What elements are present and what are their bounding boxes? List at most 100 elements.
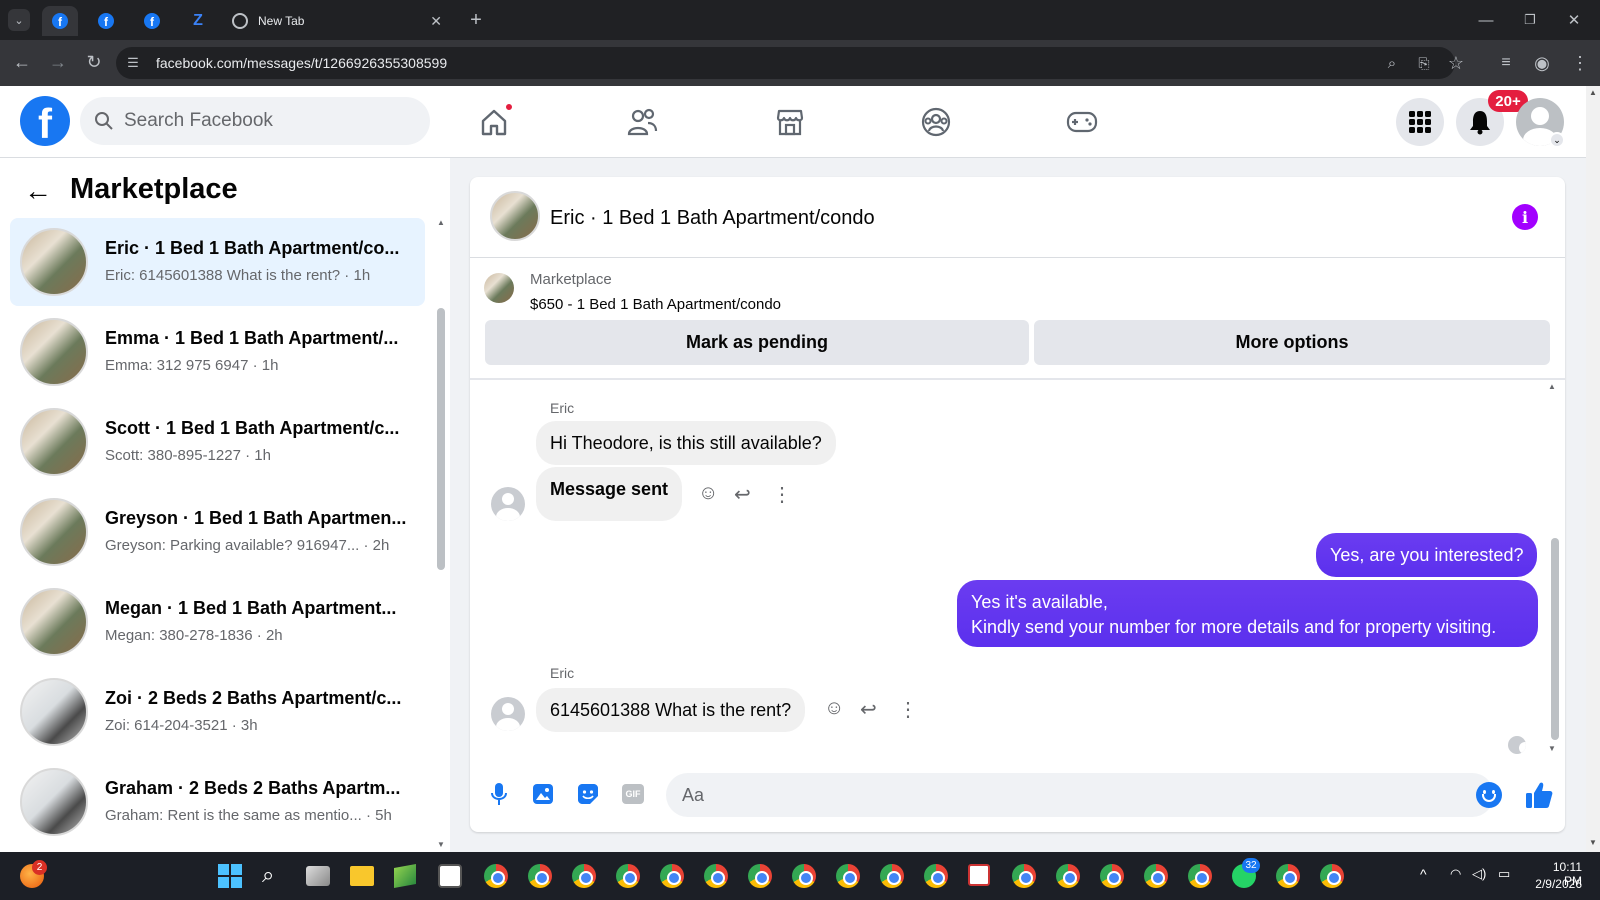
conversation-item[interactable]: Eric · 1 Bed 1 Bath Apartment/co... Eric… [10,218,425,306]
chat-header-title[interactable]: Eric · 1 Bed 1 Bath Apartment/condo [550,207,875,230]
site-info-icon[interactable]: ☰ [124,54,142,72]
chrome-taskbar-icon[interactable] [1188,864,1212,888]
gaming-nav-button[interactable] [1062,104,1102,140]
tab-facebook-3[interactable]: f [134,6,170,36]
task-view-icon[interactable] [306,866,330,886]
friends-nav-button[interactable] [622,104,662,140]
like-button[interactable] [1524,780,1554,810]
gif-button[interactable]: GIF [620,781,646,807]
chrome-taskbar-icon[interactable] [924,864,948,888]
page-scrollbar[interactable]: ▲ ▼ [1586,86,1600,852]
bookmark-star-icon[interactable]: ☆ [1444,51,1468,75]
react-emoji-icon[interactable]: ☺ [698,482,718,505]
chat-scrollbar-thumb[interactable] [1551,538,1559,740]
chrome-taskbar-icon[interactable] [1320,864,1344,888]
voice-clip-button[interactable] [486,781,512,807]
chrome-taskbar-icon[interactable] [1100,864,1124,888]
media-control-icon[interactable]: ≡ [1494,51,1518,75]
chrome-taskbar-icon[interactable] [704,864,728,888]
incoming-message-bubble[interactable]: Message sent [536,467,683,521]
store-icon[interactable] [438,864,462,888]
chrome-taskbar-icon[interactable] [616,864,640,888]
volume-icon[interactable]: ◁) [1472,866,1486,882]
chat-listing-avatar[interactable] [490,191,540,241]
menu-button[interactable] [1396,98,1444,146]
conversation-item[interactable]: Greyson · 1 Bed 1 Bath Apartmen... Greys… [10,488,425,576]
listing-title[interactable]: $650 - 1 Bed 1 Bath Apartment/condo [530,296,781,313]
tab-new-tab[interactable]: New Tab ✕ [226,6,452,36]
more-actions-icon[interactable]: ⋮ [772,482,792,507]
chrome-taskbar-icon[interactable] [572,864,596,888]
outgoing-message-bubble[interactable]: Yes, are you interested? [1316,533,1538,577]
tab-search-button[interactable]: ⌄ [8,9,30,31]
conversation-item[interactable]: Scott · 1 Bed 1 Bath Apartment/c... Scot… [10,398,425,486]
zoom-icon[interactable]: ⌕ [1380,51,1404,75]
facebook-logo-icon[interactable]: f [20,96,70,146]
home-nav-button[interactable] [474,102,514,140]
scroll-up-arrow-icon[interactable]: ▲ [1589,88,1597,97]
chrome-taskbar-icon[interactable] [880,864,904,888]
chrome-taskbar-icon[interactable] [528,864,552,888]
attach-photo-button[interactable] [530,781,556,807]
reply-icon[interactable]: ↩ [860,697,877,722]
wifi-icon[interactable]: ◠ [1450,866,1461,882]
sticker-button[interactable] [575,781,601,807]
battery-icon[interactable]: ▭ [1498,866,1510,882]
list-scrollbar-thumb[interactable] [437,308,445,570]
back-button[interactable]: ← [10,50,34,74]
message-input[interactable]: Aa [666,773,1502,817]
new-tab-button[interactable]: + [464,8,488,32]
minimize-button[interactable]: — [1474,8,1498,32]
chrome-taskbar-icon[interactable] [484,864,508,888]
chat-scroll-down-icon[interactable]: ▼ [1548,744,1556,753]
chrome-taskbar-icon[interactable] [836,864,860,888]
conversation-item[interactable]: Megan · 1 Bed 1 Bath Apartment... Megan:… [10,578,425,666]
emoji-picker-icon[interactable] [1476,782,1502,808]
scroll-down-arrow-icon[interactable]: ▼ [1589,838,1597,847]
list-scroll-down-icon[interactable]: ▼ [437,840,445,849]
marketplace-nav-button[interactable] [770,104,810,140]
tab-facebook-1[interactable]: f [42,6,78,36]
chrome-menu-icon[interactable]: ⋮ [1568,51,1592,75]
install-app-icon[interactable]: ⎘ [1412,51,1436,75]
forward-button[interactable]: → [46,50,70,74]
search-input[interactable]: Search Facebook [80,97,430,145]
reload-button[interactable]: ↻ [82,50,106,74]
back-arrow-icon[interactable]: ← [24,175,52,207]
tray-overflow-chevron-icon[interactable]: ^ [1420,866,1427,882]
chrome-taskbar-icon[interactable] [1144,864,1168,888]
incoming-message-bubble[interactable]: 6145601388 What is the rent? [536,688,806,732]
conversation-item[interactable]: Emma · 1 Bed 1 Bath Apartment/... Emma: … [10,308,425,396]
chrome-taskbar-icon[interactable] [748,864,772,888]
chrome-taskbar-icon[interactable] [1056,864,1080,888]
chat-scroll-up-icon[interactable]: ▲ [1548,382,1556,391]
info-icon[interactable]: i [1512,204,1538,230]
close-window-button[interactable]: ✕ [1562,8,1586,32]
taskbar-search-icon[interactable]: ⌕ [262,862,274,888]
outgoing-message-bubble[interactable]: Yes it's available, Kindly send your num… [957,580,1538,647]
chrome-taskbar-icon[interactable] [660,864,684,888]
incoming-message-bubble[interactable]: Hi Theodore, is this still available? [536,421,836,465]
groups-nav-button[interactable] [916,104,956,140]
profile-icon[interactable]: ◉ [1530,51,1554,75]
windows-start-icon[interactable] [218,864,242,888]
chrome-taskbar-icon[interactable] [792,864,816,888]
tab-zillow[interactable]: Z [180,6,216,36]
sender-avatar[interactable] [491,487,525,521]
sender-avatar[interactable] [491,697,525,731]
more-options-button[interactable]: More options [1034,320,1550,365]
reply-icon[interactable]: ↩ [734,482,751,507]
close-tab-icon[interactable]: ✕ [430,13,442,30]
mark-as-pending-button[interactable]: Mark as pending [485,320,1029,365]
conversation-item[interactable]: Graham · 2 Beds 2 Baths Apartm... Graham… [10,758,425,846]
file-explorer-icon[interactable] [350,866,374,886]
react-emoji-icon[interactable]: ☺ [824,697,844,720]
restore-button[interactable]: ❐ [1518,8,1542,32]
snipping-tool-icon[interactable] [968,864,990,886]
chrome-taskbar-icon[interactable] [1012,864,1036,888]
list-scroll-up-icon[interactable]: ▲ [437,218,445,227]
taskbar-date[interactable]: 2/9/2026 [1532,877,1582,891]
excel-like-app-icon[interactable] [394,864,416,888]
tab-facebook-2[interactable]: f [88,6,124,36]
chrome-taskbar-icon[interactable] [1276,864,1300,888]
